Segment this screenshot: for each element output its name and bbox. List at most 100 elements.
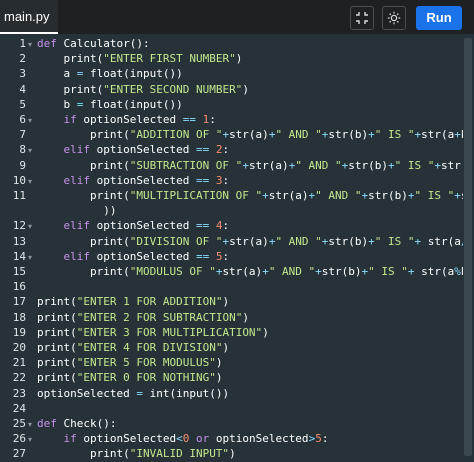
code-line[interactable]: 19 print("ENTER 3 FOR MULTIPLICATION") [0,326,460,341]
code-line[interactable]: 3 a = float(input()) [0,67,460,82]
code-token: optionSelected [209,432,309,446]
fold-arrow-icon[interactable]: ▾ [28,253,32,262]
code-token: str(b) [321,265,362,278]
code-token: + [407,265,415,278]
code-token: str(b) [328,128,369,142]
code-token: : [321,432,329,446]
code-token: ) [222,295,230,309]
code-text: print("ENTER SECOND NUMBER") [37,82,248,96]
line-number: 19 [12,325,26,339]
code-token: int(input()) [142,386,230,400]
code-line[interactable]: )) [0,204,460,219]
code-token: print( [37,371,77,385]
code-line[interactable]: 26 ▾ if optionSelected<0 or optionSelecte… [0,432,460,447]
code-line[interactable]: 14 ▾ elif optionSelected == 5: [0,250,460,265]
code-token: ) [242,310,249,324]
code-token: + [242,158,249,172]
code-line[interactable]: 22 print("ENTER 0 FOR NOTHING") [0,371,460,386]
line-number: 25 [12,417,26,430]
line-number: 9 [19,158,26,172]
line-number: 26 [12,432,26,446]
code-token: print( [37,158,130,172]
code-token: print( [37,234,130,248]
code-line[interactable]: 11 print("MULTIPLICATION OF "+str(a)+" A… [0,189,474,204]
code-line[interactable]: 24 [0,402,460,417]
line-number: 18 [12,310,26,324]
code-token: "ENTER 4 FOR DIVISION" [76,341,223,354]
line-number: 21 [12,356,26,370]
code-text: if optionSelected<0 or optionSelected>5: [37,432,329,446]
code-token: optionSelected [90,173,196,187]
code-token: )) [37,204,117,218]
fold-arrow-icon[interactable]: ▾ [28,435,32,444]
fold-arrow-icon[interactable]: ▾ [28,177,32,186]
code-line[interactable]: 4 print("ENTER SECOND NUMBER") [0,83,460,98]
code-line[interactable]: 16 [0,280,460,295]
code-line[interactable]: 13 print("DIVISION OF "+str(a)+" AND "+s… [0,234,474,250]
line-number: 15 [12,265,26,278]
code-line[interactable]: 27 print("INVALID INPUT") [0,447,460,462]
code-line[interactable]: 1 ▾ def Calculator(): [0,37,460,52]
code-line[interactable]: 20 print("ENTER 4 FOR DIVISION") [0,341,460,356]
line-number: 17 [12,295,26,309]
code-token: < [176,432,183,446]
code-token: == [195,219,210,233]
line-number: 16 [12,280,26,294]
code-line[interactable]: 17 print("ENTER 1 FOR ADDITION") [0,295,460,310]
tab-main-py[interactable]: main.py [0,0,58,34]
line-number: 24 [12,401,26,415]
code-token: print( [37,341,77,354]
code-line[interactable]: 12 ▾ elif optionSelected == 4: [0,219,460,234]
code-text: print("ENTER 1 FOR ADDITION") [37,295,229,308]
code-text: print("MULTIPLICATION OF "+str(a)+" AND … [37,189,474,202]
code-token: def [37,37,57,50]
code-token: "ENTER SECOND NUMBER" [103,82,243,96]
theme-toggle-button[interactable] [382,6,406,30]
code-token: optionSelected [90,249,196,263]
code-line[interactable]: 6 ▾ if optionSelected == 1: [0,113,460,128]
line-number: 8 [19,143,26,157]
scrollbar-thumb[interactable] [464,38,472,456]
fold-arrow-icon[interactable]: ▾ [28,420,32,429]
code-token: elif [63,219,91,233]
fold-arrow-icon[interactable]: ▾ [28,222,32,231]
code-text: elif optionSelected == 3: [37,173,230,187]
code-token: == [182,113,196,126]
code-token: : [222,143,230,157]
run-button[interactable]: Run [416,6,462,30]
code-token: if [63,113,77,126]
code-token: float(input()) [83,97,183,111]
code-token: print( [37,265,130,278]
code-line[interactable]: 7 print("ADDITION OF "+str(a)+" AND "+st… [0,128,474,143]
code-line[interactable]: 18 print("ENTER 2 FOR SUBTRACTION") [0,311,460,326]
code-token: a [37,67,77,81]
line-number: 2 [19,52,26,66]
code-token: optionSelected [90,143,196,157]
code-area[interactable]: 1 ▾ def Calculator(): 2 print("ENTER FIRST … [0,34,474,462]
code-line[interactable]: 10 ▾ elif optionSelected == 3: [0,174,460,189]
code-line[interactable]: 8 ▾ elif optionSelected == 2: [0,143,460,158]
code-line[interactable]: 9 print("SUBTRACTION OF "+str(a)+" AND "… [0,158,474,174]
code-token: + [368,234,375,248]
code-token: == [195,143,210,157]
fold-arrow-icon[interactable]: ▾ [28,40,32,49]
code-token: optionSelected [76,432,177,446]
code-line[interactable]: 15 print("MODULUS OF "+str(a)+" AND "+st… [0,265,474,280]
code-text: )) [37,204,116,217]
code-token: str(a) [229,128,269,142]
fold-arrow-icon[interactable]: ▾ [28,116,32,125]
line-number: 14 [12,249,26,263]
code-line[interactable]: 25 ▾ def Check(): [0,417,460,432]
minimize-button[interactable] [350,6,374,30]
code-text: print("ENTER 4 FOR DIVISION") [37,341,229,354]
fold-arrow-icon[interactable]: ▾ [28,146,32,155]
code-token: : [209,113,216,126]
code-token: print( [37,310,77,324]
code-line[interactable]: 5 b = float(input()) [0,98,460,113]
code-line[interactable]: 21 print("ENTER 5 FOR MODULUS") [0,356,460,371]
code-line[interactable]: 23 optionSelected = int(input()) [0,387,460,402]
code-token: "ENTER FIRST NUMBER" [103,52,236,66]
code-token: " AND " [275,234,322,248]
code-line[interactable]: 2 print("ENTER FIRST NUMBER") [0,52,460,67]
